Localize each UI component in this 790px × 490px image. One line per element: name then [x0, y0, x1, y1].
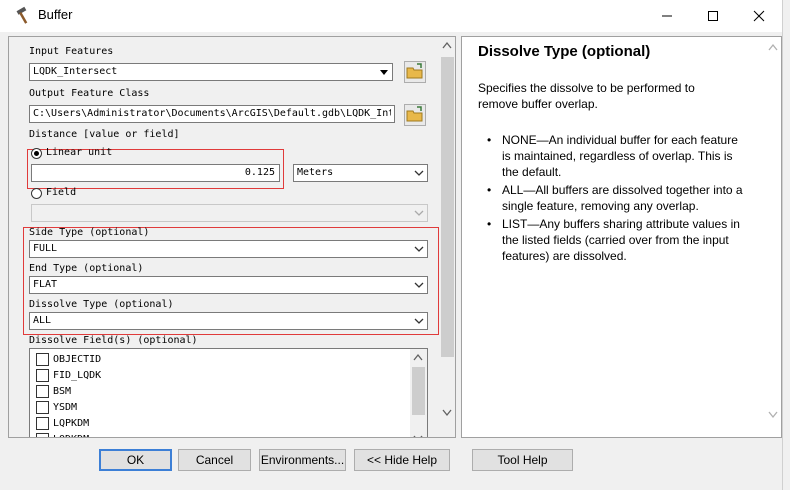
minimize-button[interactable]	[644, 0, 690, 32]
fields-list-scrollbar[interactable]	[410, 349, 427, 438]
dissolve-field-checkbox[interactable]	[36, 368, 49, 382]
output-feature-class-label: Output Feature Class	[29, 88, 150, 99]
dissolve-field-label: YSDM	[53, 401, 78, 413]
side-type-label: Side Type (optional)	[29, 227, 150, 238]
form-scrollbar[interactable]	[439, 37, 455, 437]
chevron-down-icon[interactable]	[413, 435, 423, 438]
output-feature-class-input[interactable]: C:\Users\Administrator\Documents\ArcGIS\…	[29, 105, 395, 123]
help-panel: Dissolve Type (optional) Specifies the d…	[461, 36, 782, 438]
distance-unit-value: Meters	[297, 167, 334, 178]
chevron-down-icon	[414, 282, 424, 288]
end-type-value: FLAT	[33, 279, 58, 290]
distance-label: Distance [value or field]	[29, 129, 180, 140]
chevron-up-icon[interactable]	[768, 43, 778, 51]
bullet-icon: •	[487, 183, 492, 197]
distance-value-input[interactable]: 0.125	[31, 164, 280, 182]
chevron-down-icon	[414, 210, 424, 216]
parameters-panel: Input Features LQDK_Intersect Output Fea…	[8, 36, 456, 438]
bullet-icon: •	[487, 217, 492, 231]
dissolve-field-label: BSM	[53, 385, 72, 397]
ok-button[interactable]: OK	[99, 449, 172, 471]
help-bullet-list: • NONE—An individual buffer for each feat…	[487, 132, 747, 266]
end-type-label: End Type (optional)	[29, 263, 144, 274]
output-feature-class-value: C:\Users\Administrator\Documents\ArcGIS\…	[33, 108, 391, 119]
open-folder-icon	[406, 106, 423, 122]
help-bullet-text: NONE—An individual buffer for each featu…	[502, 133, 738, 179]
input-features-value: LQDK_Intersect	[33, 66, 118, 77]
dissolve-fields-label: Dissolve Field(s) (optional)	[29, 335, 198, 346]
dissolve-field-label: FID_LQDK	[53, 369, 102, 381]
dissolve-field-label: OBJECTID	[53, 353, 102, 365]
dissolve-field-item[interactable]: LQPKDM	[36, 416, 89, 430]
dissolve-field-checkbox[interactable]	[36, 432, 49, 437]
maximize-icon	[708, 11, 718, 21]
linear-unit-label: Linear unit	[46, 147, 113, 158]
chevron-down-icon[interactable]	[442, 409, 452, 417]
window-title: Buffer	[38, 7, 73, 22]
dissolve-field-checkbox[interactable]	[36, 352, 49, 366]
minimize-icon	[662, 15, 672, 17]
help-description: Specifies the dissolve to be performed t…	[478, 81, 695, 111]
chevron-down-icon	[414, 246, 424, 252]
dissolve-field-item[interactable]: FID_LQDK	[36, 368, 101, 382]
side-type-select[interactable]: FULL	[29, 240, 428, 258]
dissolve-field-label: LQPKDM	[53, 417, 90, 429]
close-icon	[753, 10, 765, 22]
input-features-open-button[interactable]	[404, 61, 426, 83]
distance-unit-select[interactable]: Meters	[293, 164, 428, 182]
dissolve-field-checkbox[interactable]	[36, 400, 49, 414]
dissolve-type-value: ALL	[33, 315, 52, 326]
field-radio[interactable]	[31, 188, 42, 199]
hide-help-button[interactable]: << Hide Help	[354, 449, 450, 471]
chevron-up-icon[interactable]	[442, 41, 452, 49]
chevron-down-icon	[414, 318, 424, 324]
cancel-button[interactable]: Cancel	[178, 449, 251, 471]
help-bullet-item: • ALL—All buffers are dissolved together …	[487, 182, 747, 214]
environments-button[interactable]: Environments...	[259, 449, 346, 471]
fields-list-scroll-thumb[interactable]	[412, 367, 425, 415]
dissolve-field-item[interactable]: BSM	[36, 384, 71, 398]
close-button[interactable]	[736, 0, 782, 32]
dissolve-field-item[interactable]: LQDKDM	[36, 432, 89, 438]
help-bullet-text: LIST—Any buffers sharing attribute value…	[502, 217, 740, 263]
tool-help-button[interactable]: Tool Help	[472, 449, 573, 471]
field-label: Field	[46, 187, 77, 198]
help-bullet-item: • LIST—Any buffers sharing attribute valu…	[487, 216, 747, 264]
bullet-icon: •	[487, 133, 492, 147]
linear-unit-radio[interactable]	[31, 148, 42, 159]
dissolve-fields-list[interactable]: OBJECTID FID_LQDK BSM YSDM LQPKDM LQDKDM	[29, 348, 428, 438]
help-scrollbar[interactable]	[765, 37, 781, 437]
maximize-button[interactable]	[690, 0, 736, 32]
form-scroll-thumb[interactable]	[441, 57, 454, 357]
background-window-edge	[782, 0, 790, 490]
hammer-icon	[14, 6, 34, 26]
chevron-down-icon[interactable]	[378, 66, 390, 78]
help-bullet-item: • NONE—An individual buffer for each feat…	[487, 132, 747, 180]
input-features-combo[interactable]: LQDK_Intersect	[29, 63, 393, 81]
distance-value: 0.125	[244, 167, 275, 178]
dissolve-field-checkbox[interactable]	[36, 416, 49, 430]
input-features-label: Input Features	[29, 46, 114, 57]
radio-dot	[34, 151, 39, 156]
dissolve-field-label: LQDKDM	[53, 434, 89, 438]
help-bullet-text: ALL—All buffers are dissolved together i…	[502, 183, 743, 213]
title-bar[interactable]: Buffer	[0, 0, 790, 32]
field-select	[31, 204, 428, 222]
help-title: Dissolve Type (optional)	[478, 43, 651, 60]
output-feature-class-open-button[interactable]	[404, 104, 426, 126]
dissolve-field-item[interactable]: YSDM	[36, 400, 77, 414]
dissolve-field-item[interactable]: OBJECTID	[36, 352, 101, 366]
chevron-down-icon	[414, 170, 424, 176]
dissolve-type-select[interactable]: ALL	[29, 312, 428, 330]
dissolve-type-label: Dissolve Type (optional)	[29, 299, 174, 310]
dissolve-field-checkbox[interactable]	[36, 384, 49, 398]
side-type-value: FULL	[33, 243, 58, 254]
end-type-select[interactable]: FLAT	[29, 276, 428, 294]
chevron-up-icon[interactable]	[413, 353, 423, 361]
open-folder-icon	[406, 63, 423, 79]
chevron-down-icon[interactable]	[768, 411, 778, 419]
